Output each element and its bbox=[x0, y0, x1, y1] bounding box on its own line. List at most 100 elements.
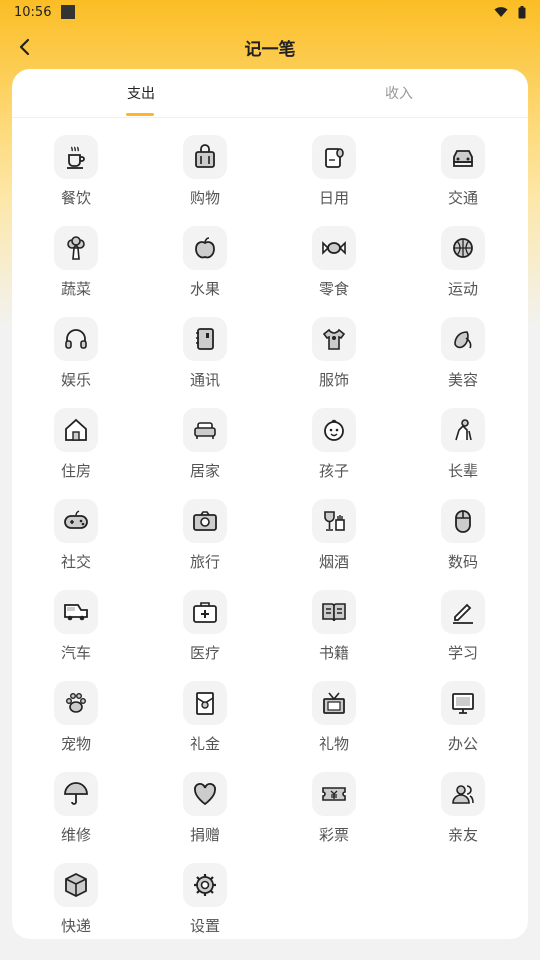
category-item[interactable]: 住房 bbox=[26, 408, 126, 490]
red-envelope-icon bbox=[183, 681, 227, 725]
category-item[interactable]: 礼物 bbox=[284, 681, 384, 763]
category-label: 亲友 bbox=[447, 826, 478, 844]
tab-indicator bbox=[126, 113, 154, 116]
app-bar: 记一笔 bbox=[0, 24, 540, 70]
category-item[interactable]: 娱乐 bbox=[26, 317, 126, 399]
status-bar: 10:56 bbox=[0, 0, 540, 24]
basketball-icon bbox=[441, 226, 485, 270]
elder-icon bbox=[441, 408, 485, 452]
category-item[interactable]: 旅行 bbox=[155, 499, 255, 581]
category-label: 长辈 bbox=[447, 462, 478, 480]
phone-book-icon bbox=[183, 317, 227, 361]
category-item[interactable]: 通讯 bbox=[155, 317, 255, 399]
category-label: 服饰 bbox=[318, 371, 349, 389]
category-item[interactable]: 美容 bbox=[413, 317, 513, 399]
category-label: 居家 bbox=[189, 462, 220, 480]
category-item[interactable]: 快递 bbox=[26, 863, 126, 939]
category-label: 餐饮 bbox=[60, 189, 91, 207]
category-item[interactable]: 书籍 bbox=[284, 590, 384, 672]
page-title: 记一笔 bbox=[244, 39, 296, 60]
baby-face-icon bbox=[312, 408, 356, 452]
battery-icon bbox=[518, 5, 526, 18]
category-label: 社交 bbox=[60, 553, 91, 571]
category-item[interactable]: 汽车 bbox=[26, 590, 126, 672]
category-item[interactable]: 运动 bbox=[413, 226, 513, 308]
category-label: 宠物 bbox=[60, 735, 91, 753]
tissue-roll-icon bbox=[312, 135, 356, 179]
category-label: 交通 bbox=[447, 189, 478, 207]
category-label: 汽车 bbox=[60, 644, 91, 662]
category-item[interactable]: 孩子 bbox=[284, 408, 384, 490]
notification-icon bbox=[61, 5, 76, 19]
car-front-icon bbox=[441, 135, 485, 179]
category-item[interactable]: 烟酒 bbox=[284, 499, 384, 581]
beauty-icon bbox=[441, 317, 485, 361]
category-item[interactable]: 设置 bbox=[155, 863, 255, 939]
category-label: 购物 bbox=[189, 189, 220, 207]
monitor-icon bbox=[441, 681, 485, 725]
category-label: 水果 bbox=[189, 280, 220, 298]
category-item[interactable]: 零食 bbox=[284, 226, 384, 308]
category-item[interactable]: 彩票 bbox=[284, 772, 384, 854]
tshirt-icon bbox=[312, 317, 356, 361]
coffee-cup-icon bbox=[54, 135, 98, 179]
category-item[interactable]: 捐赠 bbox=[155, 772, 255, 854]
tab-expense[interactable]: 支出 bbox=[12, 69, 270, 117]
category-label: 零食 bbox=[318, 280, 349, 298]
gamepad-icon bbox=[54, 499, 98, 543]
category-item[interactable]: 蔬菜 bbox=[26, 226, 126, 308]
category-item[interactable]: 维修 bbox=[26, 772, 126, 854]
gift-tv-icon bbox=[312, 681, 356, 725]
chevron-left-icon bbox=[19, 38, 30, 56]
category-item[interactable]: 数码 bbox=[413, 499, 513, 581]
category-label: 书籍 bbox=[318, 644, 349, 662]
category-label: 孩子 bbox=[318, 462, 349, 480]
category-item[interactable]: 服饰 bbox=[284, 317, 384, 399]
heart-icon bbox=[183, 772, 227, 816]
gear-icon bbox=[183, 863, 227, 907]
category-item[interactable]: 医疗 bbox=[155, 590, 255, 672]
category-label: 设置 bbox=[189, 917, 220, 935]
category-item[interactable]: 日用 bbox=[284, 135, 384, 217]
category-label: 捐赠 bbox=[189, 826, 220, 844]
package-box-icon bbox=[54, 863, 98, 907]
category-item[interactable]: 宠物 bbox=[26, 681, 126, 763]
category-label: 数码 bbox=[447, 553, 478, 571]
headphones-icon bbox=[54, 317, 98, 361]
van-icon bbox=[54, 590, 98, 634]
sofa-icon bbox=[183, 408, 227, 452]
camera-icon bbox=[183, 499, 227, 543]
category-item[interactable]: 亲友 bbox=[413, 772, 513, 854]
wifi-icon bbox=[494, 7, 508, 17]
wine-cigarette-icon bbox=[312, 499, 356, 543]
category-label: 蔬菜 bbox=[60, 280, 91, 298]
category-label: 礼金 bbox=[189, 735, 220, 753]
back-button[interactable] bbox=[10, 32, 40, 62]
category-item[interactable]: 办公 bbox=[413, 681, 513, 763]
status-time: 10:56 bbox=[14, 4, 52, 20]
umbrella-icon bbox=[54, 772, 98, 816]
category-label: 办公 bbox=[447, 735, 478, 753]
friends-icon bbox=[441, 772, 485, 816]
category-item[interactable]: 礼金 bbox=[155, 681, 255, 763]
lottery-ticket-icon bbox=[312, 772, 356, 816]
category-item[interactable]: 社交 bbox=[26, 499, 126, 581]
category-item[interactable]: 交通 bbox=[413, 135, 513, 217]
paw-icon bbox=[54, 681, 98, 725]
category-label: 彩票 bbox=[318, 826, 349, 844]
category-item[interactable]: 居家 bbox=[155, 408, 255, 490]
tab-income[interactable]: 收入 bbox=[270, 69, 528, 117]
category-item[interactable]: 餐饮 bbox=[26, 135, 126, 217]
category-item[interactable]: 长辈 bbox=[413, 408, 513, 490]
category-item[interactable]: 学习 bbox=[413, 590, 513, 672]
category-label: 礼物 bbox=[318, 735, 349, 753]
house-icon bbox=[54, 408, 98, 452]
tab-bar: 支出 收入 bbox=[12, 69, 528, 118]
category-item[interactable]: 购物 bbox=[155, 135, 255, 217]
category-label: 学习 bbox=[447, 644, 478, 662]
open-book-icon bbox=[312, 590, 356, 634]
category-label: 娱乐 bbox=[60, 371, 91, 389]
mouse-icon bbox=[441, 499, 485, 543]
category-item[interactable]: 水果 bbox=[155, 226, 255, 308]
category-label: 美容 bbox=[447, 371, 478, 389]
